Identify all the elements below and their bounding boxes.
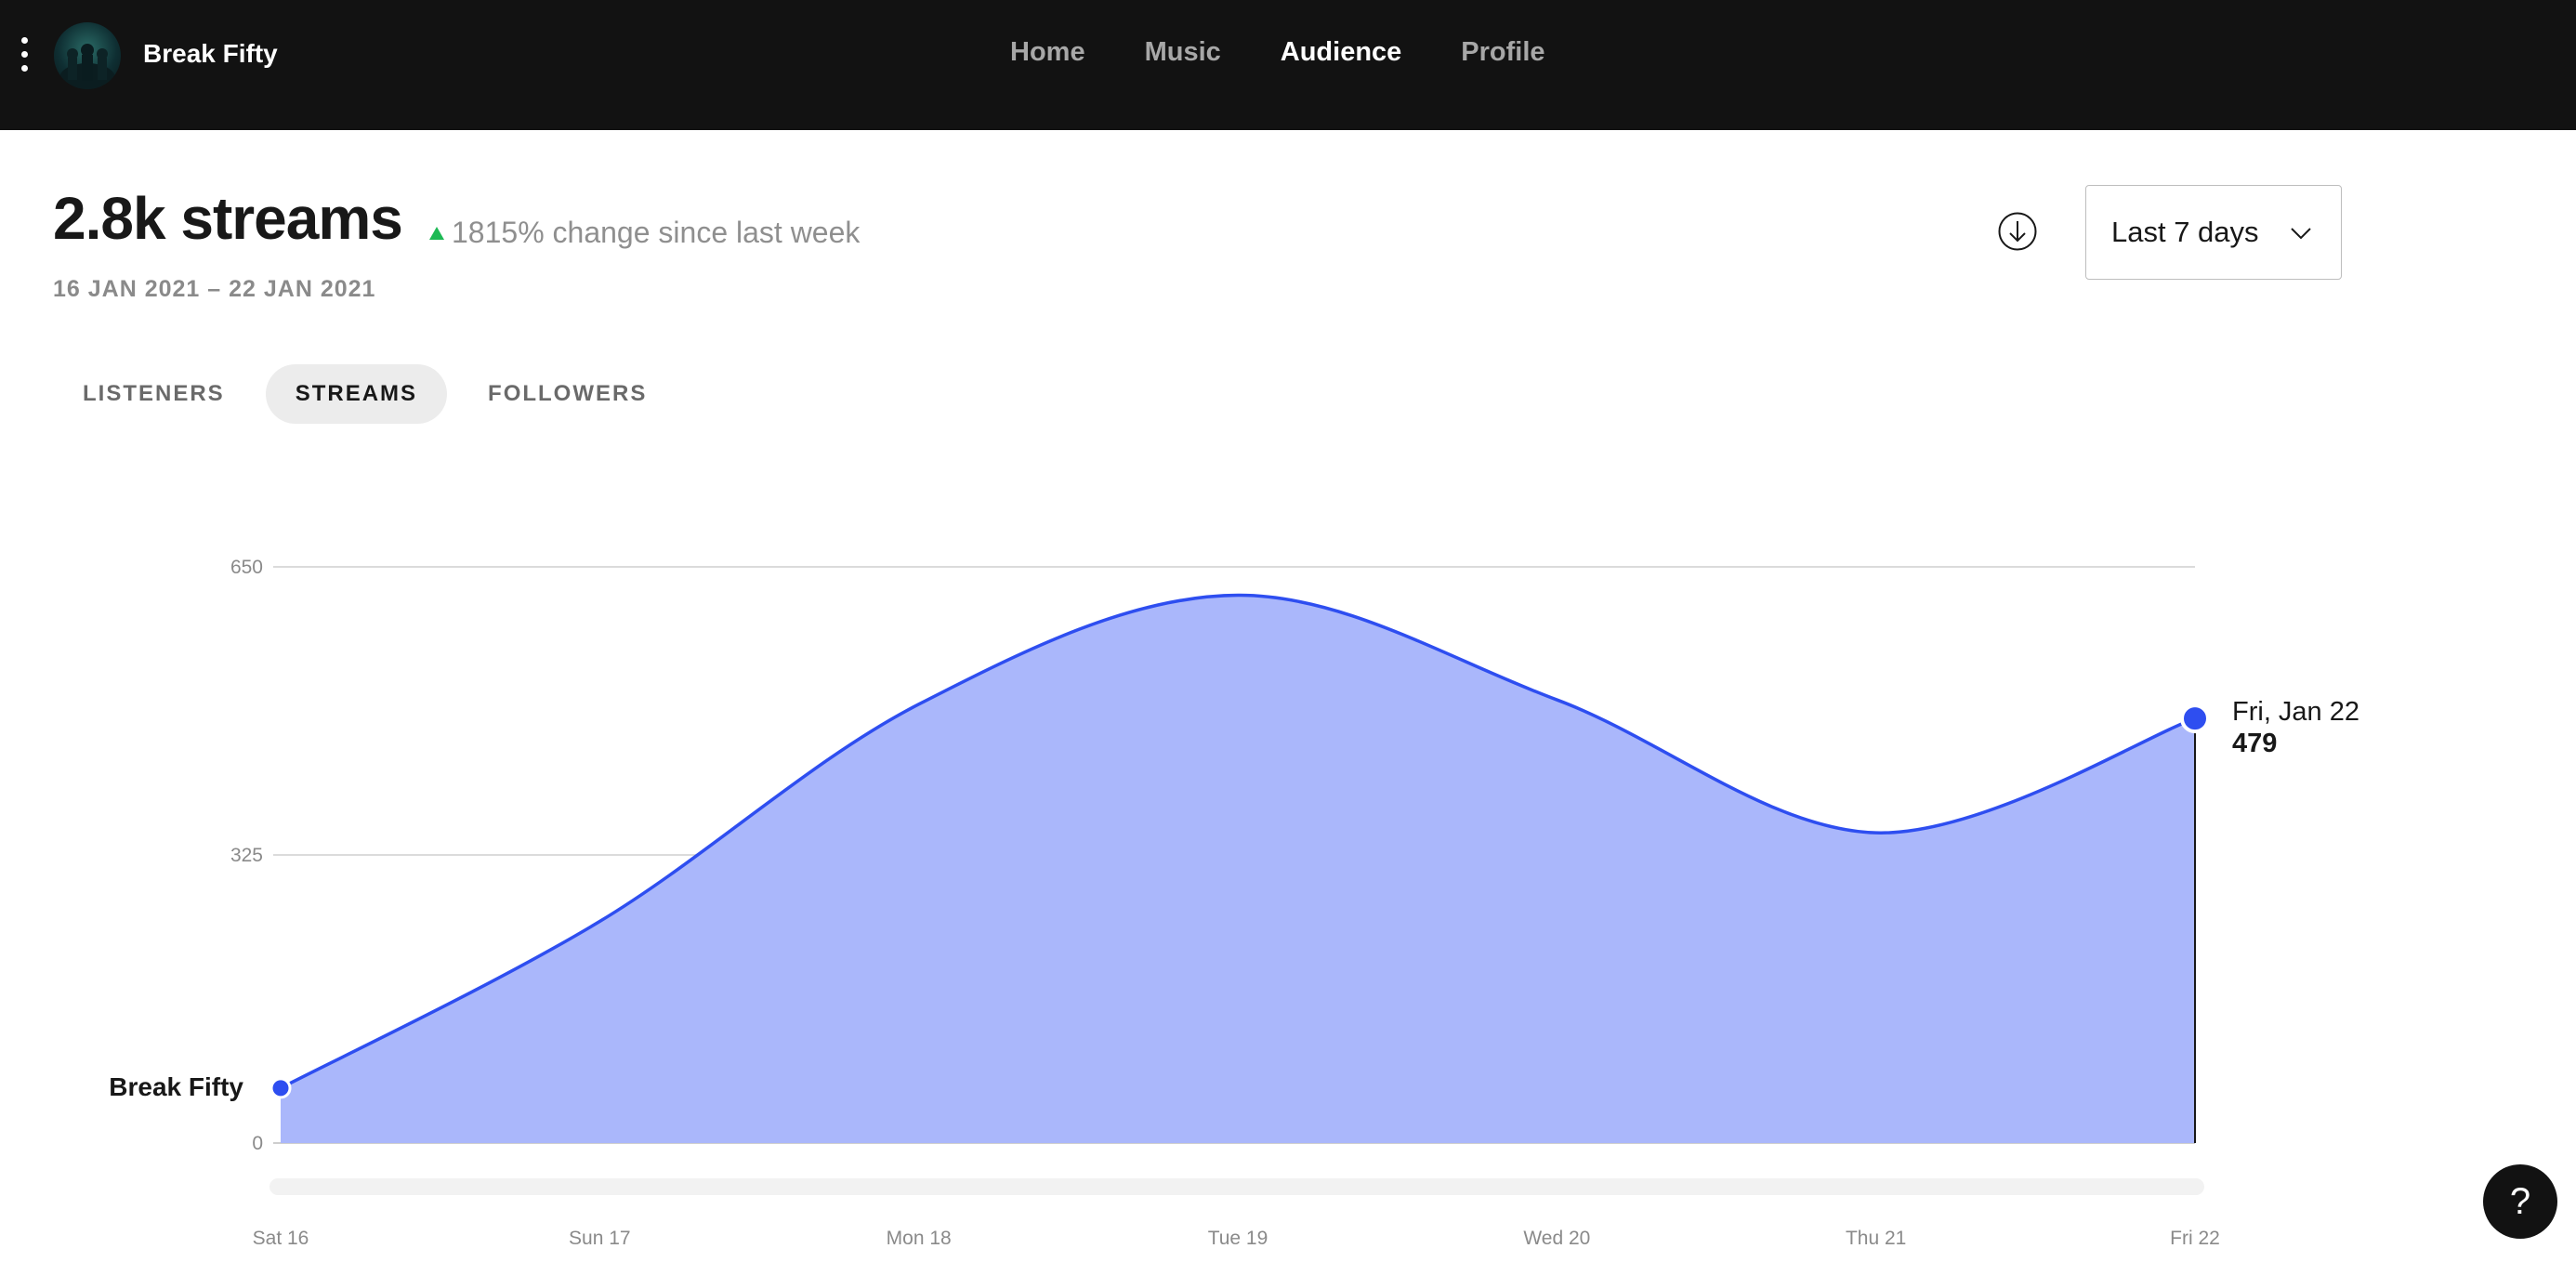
nav-home[interactable]: Home (1010, 37, 1085, 68)
top-bar: Break Fifty Home Music Audience Profile (0, 0, 2576, 130)
x-tick-label: Sun 17 (569, 1228, 631, 1249)
x-tick-label: Tue 19 (1208, 1228, 1268, 1249)
tab-listeners[interactable]: LISTENERS (53, 364, 255, 424)
streams-chart: 0 325 650 Sat 16 Sun 17 Mon 18 Tue 19 Wed 20 Th… (109, 557, 2359, 1249)
period-select[interactable]: Last 7 days (2085, 185, 2342, 280)
tooltip-date: Fri, Jan 22 (2232, 697, 2359, 727)
tab-followers[interactable]: FOLLOWERS (458, 364, 677, 424)
up-arrow-icon (429, 226, 444, 240)
x-tick-label: Fri 22 (2170, 1228, 2220, 1249)
metric-tabs: LISTENERS STREAMS FOLLOWERS (53, 364, 677, 424)
help-button[interactable]: ? (2483, 1164, 2557, 1239)
date-range: 16 JAN 2021 – 22 JAN 2021 (53, 276, 376, 302)
more-menu-icon[interactable] (15, 32, 33, 78)
artist-name: Break Fifty (143, 39, 278, 68)
tooltip-value: 479 (2232, 729, 2277, 758)
chart-area (281, 595, 2195, 1143)
chart-scrollbar-track[interactable] (269, 1178, 2204, 1195)
chart-end-point[interactable] (2180, 703, 2210, 734)
nav-music[interactable]: Music (1145, 37, 1221, 68)
artist-avatar[interactable] (54, 22, 121, 89)
main-nav: Home Music Audience Profile (1010, 37, 1545, 68)
nav-audience[interactable]: Audience (1281, 37, 1402, 68)
x-tick-label: Thu 21 (1846, 1228, 1906, 1249)
chart-start-point[interactable] (269, 1077, 292, 1099)
y-tick-label: 0 (252, 1133, 263, 1154)
series-label: Break Fifty (109, 1072, 243, 1101)
tab-streams[interactable]: STREAMS (265, 364, 448, 424)
nav-profile[interactable]: Profile (1461, 37, 1544, 68)
period-select-value: Last 7 days (2111, 216, 2259, 248)
download-icon[interactable] (1997, 211, 2038, 252)
x-tick-label: Wed 20 (1523, 1228, 1590, 1249)
change-text: 1815% change since last week (452, 216, 861, 249)
chevron-down-icon (2291, 228, 2311, 240)
y-tick-label: 325 (230, 845, 263, 866)
change-indicator: 1815% change since last week (429, 216, 860, 250)
y-tick-label: 650 (230, 557, 263, 578)
x-tick-label: Sat 16 (253, 1228, 309, 1249)
stat-title: 2.8k streams (53, 185, 403, 252)
x-tick-label: Mon 18 (887, 1228, 952, 1249)
